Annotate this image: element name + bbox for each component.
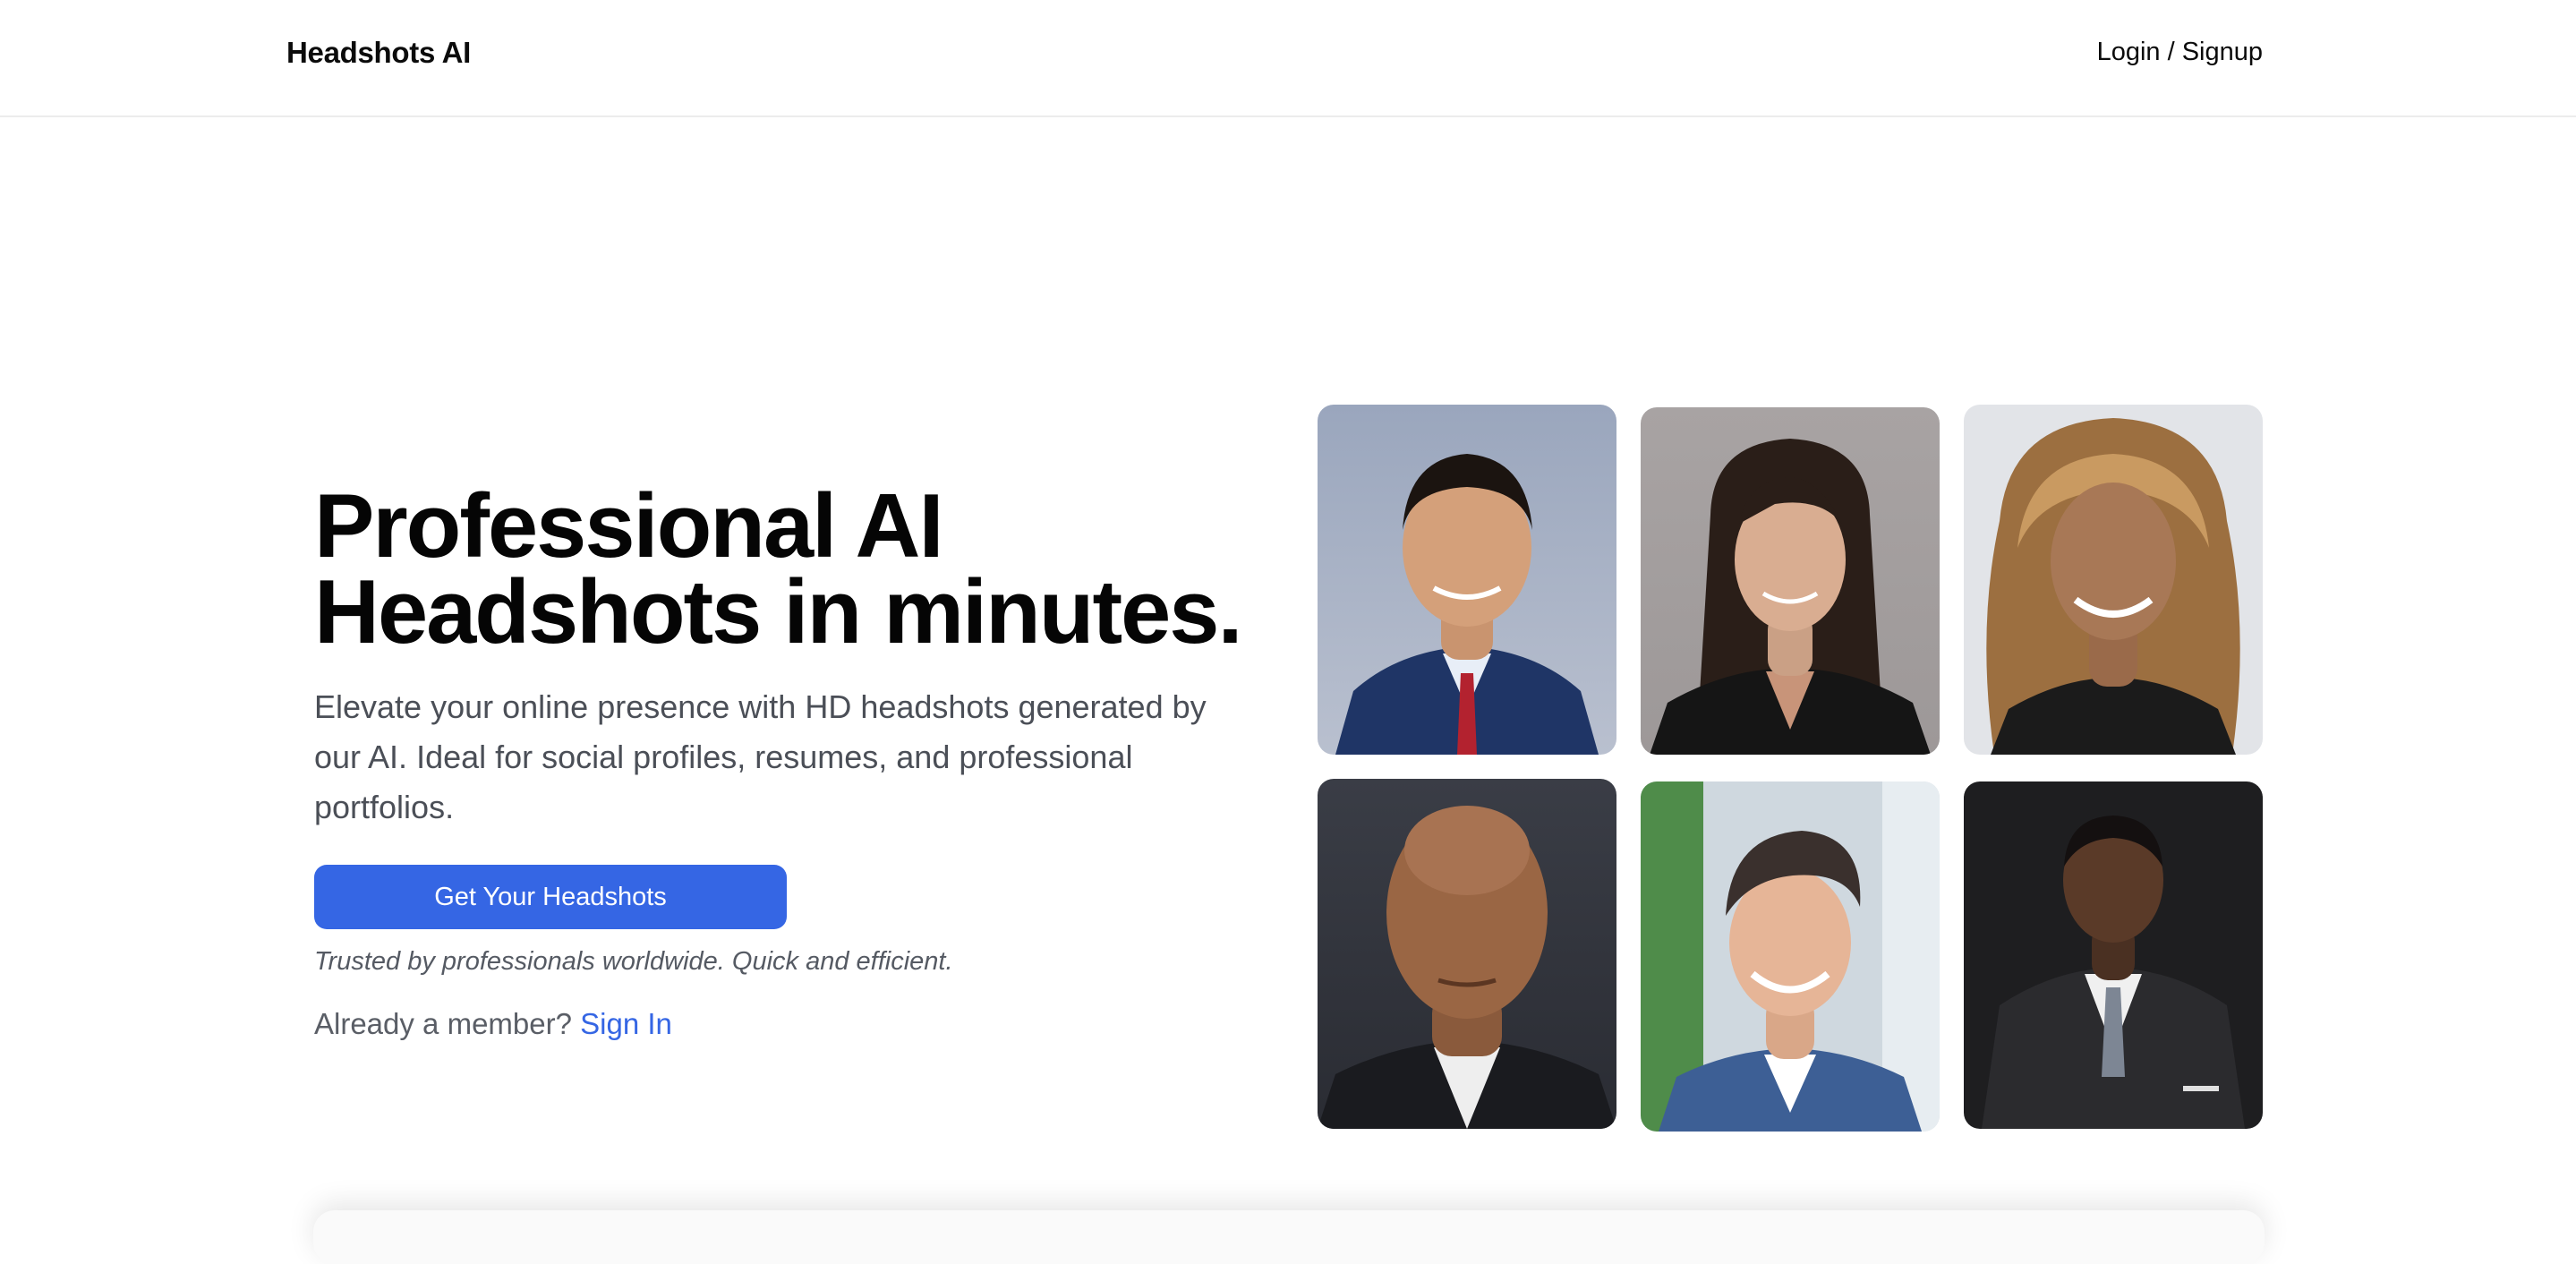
- brand-logo-text[interactable]: Headshots AI: [286, 36, 471, 70]
- member-prompt-text: Already a member?: [314, 1007, 572, 1040]
- login-signup-link[interactable]: Login / Signup: [2097, 38, 2263, 67]
- top-navbar: Headshots AI Login / Signup: [0, 0, 2576, 117]
- headshot-photo-4: [1318, 779, 1616, 1129]
- sign-in-link[interactable]: Sign In: [580, 1007, 672, 1040]
- section-divider-shadow: [313, 1210, 2265, 1264]
- headshot-photo-2: [1641, 407, 1940, 755]
- get-headshots-button[interactable]: Get Your Headshots: [314, 865, 787, 929]
- member-prompt: Already a member? Sign In: [314, 1007, 1245, 1041]
- headshot-photo-3: [1964, 405, 2263, 755]
- headshot-photo-6: [1964, 781, 2263, 1129]
- hero-section: Professional AI Headshots in minutes. El…: [314, 476, 1245, 1041]
- headshot-photo-5: [1641, 781, 1940, 1132]
- trust-note: Trusted by professionals worldwide. Quic…: [314, 947, 953, 976]
- headline-line-2: Headshots in minutes.: [314, 562, 1243, 662]
- headshot-photo-1: [1318, 405, 1616, 755]
- hero-description: Elevate your online presence with HD hea…: [314, 688, 1207, 825]
- hero-headline: Professional AI Headshots in minutes.: [314, 476, 1245, 662]
- headline-line-1: Professional AI: [314, 476, 944, 576]
